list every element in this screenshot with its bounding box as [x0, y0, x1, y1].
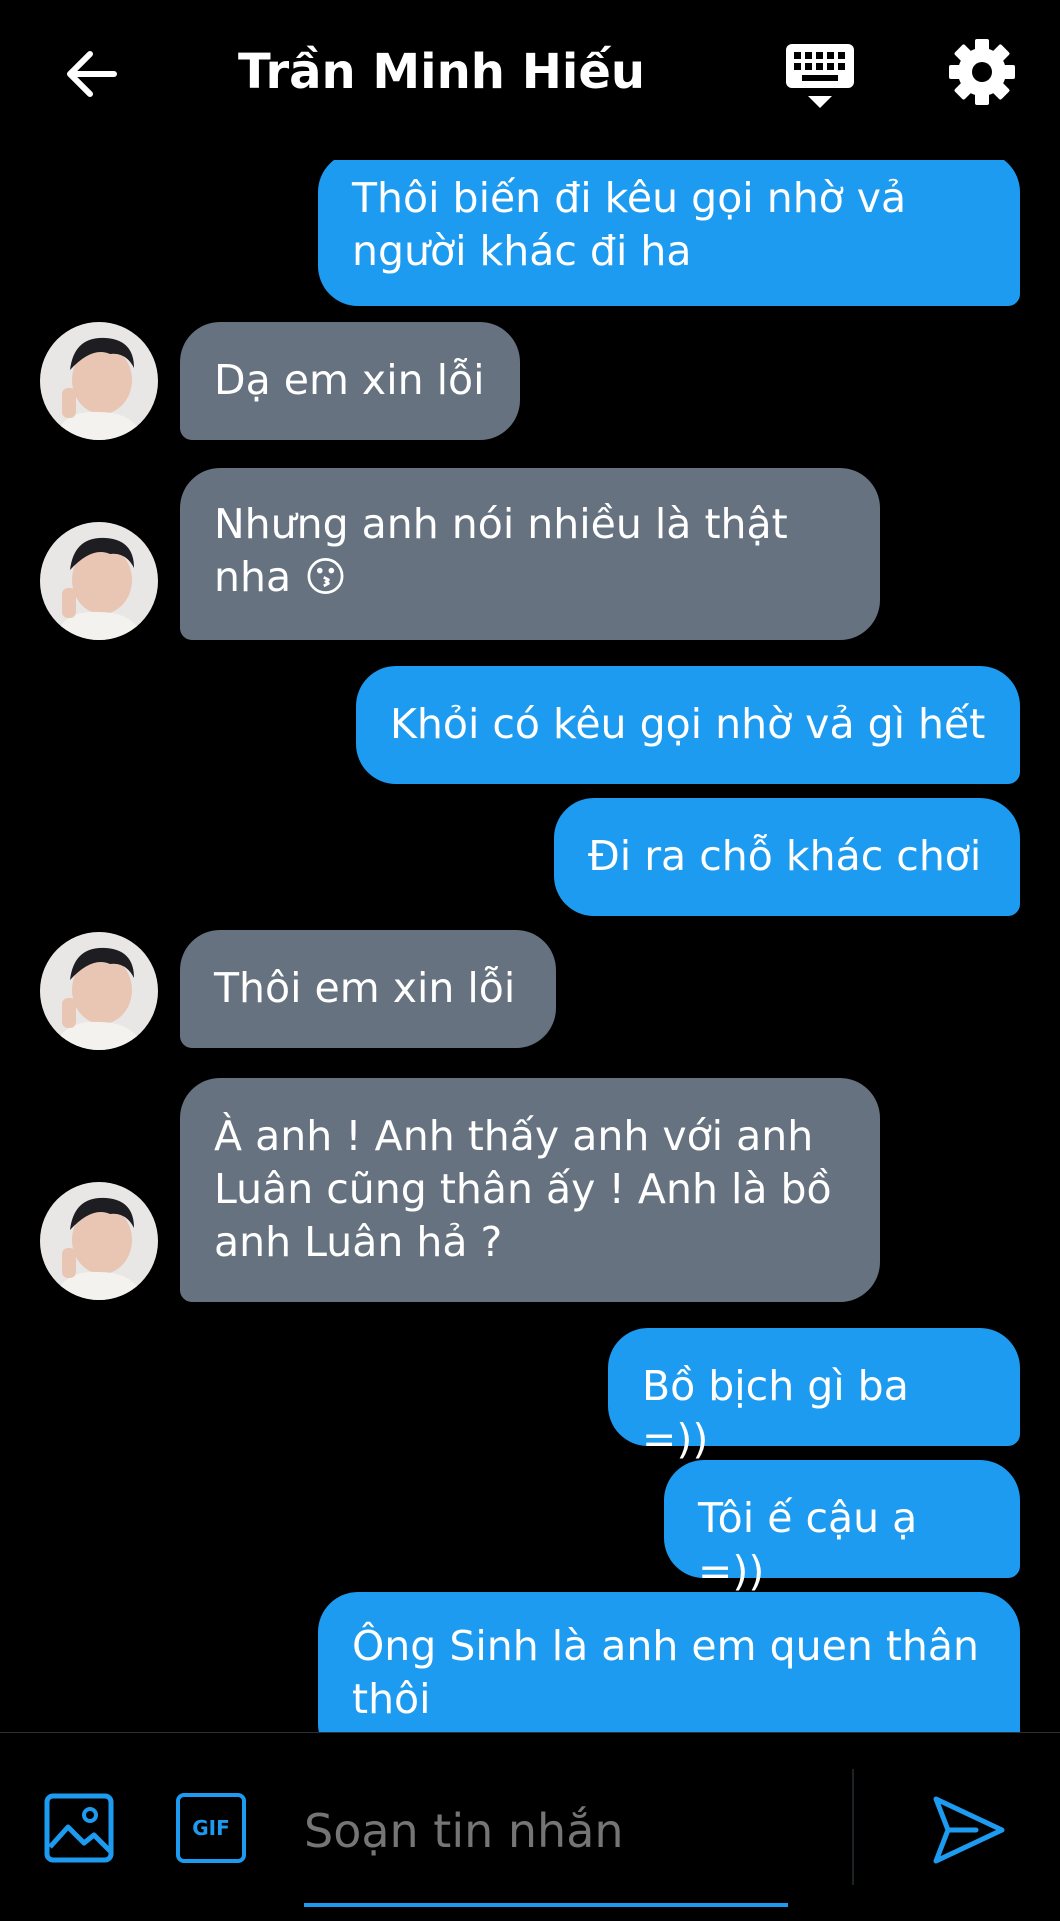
message-text: À anh ! Anh thấy anh với anh Luân cũng t… — [214, 1112, 832, 1266]
message-text: Thôi em xin lỗi — [214, 964, 516, 1012]
avatar[interactable] — [40, 1182, 158, 1300]
avatar[interactable] — [40, 522, 158, 640]
message-text: Thôi biến đi kêu gọi nhờ vả người khác đ… — [352, 174, 907, 275]
outgoing-message[interactable]: Đi ra chỗ khác chơi — [554, 798, 1020, 916]
gif-button[interactable]: GIF — [176, 1793, 246, 1863]
avatar-photo — [40, 1182, 158, 1300]
message-text: Tôi ế cậu ạ =)) — [698, 1494, 918, 1595]
incoming-message[interactable]: À anh ! Anh thấy anh với anh Luân cũng t… — [180, 1078, 880, 1302]
message-text: Khỏi có kêu gọi nhờ vả gì hết — [390, 700, 986, 748]
settings-button[interactable] — [946, 36, 1018, 108]
back-button[interactable] — [62, 44, 122, 104]
arrow-left-icon — [67, 51, 117, 97]
message-text: Ông Sinh là anh em quen thân thôi — [352, 1622, 980, 1723]
image-icon — [44, 1793, 114, 1863]
keyboard-button[interactable] — [784, 40, 856, 112]
message-input[interactable] — [304, 1799, 784, 1863]
message-text: Bồ bịch gì ba =)) — [642, 1362, 909, 1463]
input-underline — [304, 1903, 788, 1907]
send-button[interactable] — [930, 1791, 1008, 1869]
contact-name: Trần Minh Hiếu — [238, 44, 646, 100]
message-text: Dạ em xin lỗi — [214, 356, 485, 404]
outgoing-message[interactable]: Bồ bịch gì ba =)) — [608, 1328, 1020, 1463]
outgoing-message[interactable]: Khỏi có kêu gọi nhờ vả gì hết — [356, 666, 1020, 784]
chat-header: Trần Minh Hiếu — [0, 0, 1060, 150]
message-text: Đi ra chỗ khác chơi — [588, 832, 982, 880]
incoming-message[interactable]: Thôi em xin lỗi — [180, 930, 556, 1048]
avatar-photo — [40, 932, 158, 1050]
message-list[interactable]: Thôi biến đi kêu gọi nhờ vả người khác đ… — [0, 160, 1060, 1732]
outgoing-message[interactable]: Ông Sinh là anh em quen thân thôi — [318, 1592, 1020, 1732]
avatar[interactable] — [40, 932, 158, 1050]
incoming-message[interactable]: Dạ em xin lỗi — [180, 322, 520, 440]
avatar-photo — [40, 522, 158, 640]
gear-icon — [949, 39, 1015, 105]
message-composer: GIF — [0, 1732, 1060, 1921]
attach-image-button[interactable] — [44, 1793, 114, 1863]
avatar-photo — [40, 322, 158, 440]
send-icon — [933, 1796, 1005, 1864]
outgoing-message[interactable]: Thôi biến đi kêu gọi nhờ vả người khác đ… — [318, 160, 1020, 306]
composer-divider — [852, 1769, 854, 1885]
message-text: Nhưng anh nói nhiều là thật nha 😗 — [214, 500, 788, 601]
outgoing-message[interactable]: Tôi ế cậu ạ =)) — [664, 1460, 1020, 1595]
incoming-message[interactable]: Nhưng anh nói nhiều là thật nha 😗 — [180, 468, 880, 640]
avatar[interactable] — [40, 322, 158, 440]
gif-label: GIF — [192, 1816, 230, 1840]
keyboard-icon — [786, 44, 854, 108]
